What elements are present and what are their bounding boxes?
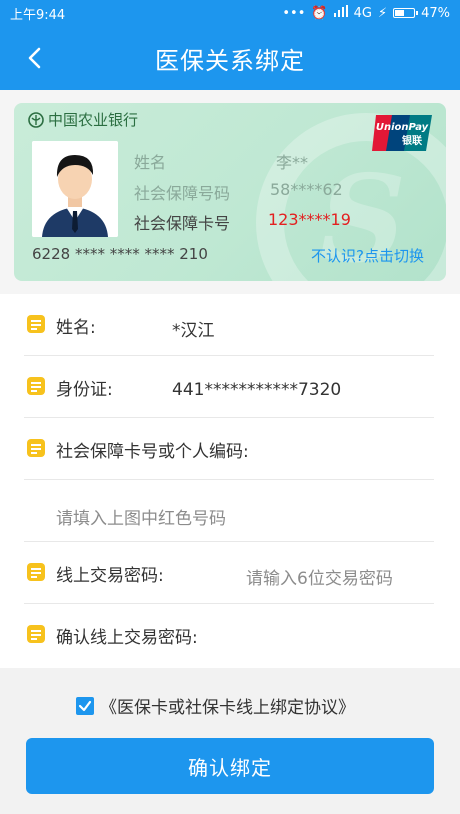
bank-name: 中国农业银行 bbox=[48, 111, 139, 129]
charging-icon: ⚡ bbox=[377, 5, 388, 21]
bank-header: 中国农业银行 bbox=[28, 109, 138, 130]
status-bar: 上午9:44 ••• ⏰ 4G ⚡ 47% bbox=[0, 0, 460, 26]
alarm-icon: ⏰ bbox=[311, 5, 328, 21]
card-value-ss-card: 123****19 bbox=[268, 210, 351, 229]
page-title: 医保关系绑定 bbox=[155, 46, 305, 75]
password-label: 线上交易密码: bbox=[56, 566, 164, 586]
checkmark-icon bbox=[78, 700, 92, 711]
row-name: 姓名: *汉江 bbox=[0, 294, 460, 356]
switch-card-link[interactable]: 不认识?点击切换 bbox=[311, 245, 424, 266]
password-input[interactable]: 请输入6位交易密码 bbox=[246, 564, 393, 589]
card-label-ss-card: 社会保障卡号 bbox=[134, 214, 231, 233]
card-value-name: 李** bbox=[276, 153, 309, 172]
cardholder-photo bbox=[32, 141, 118, 237]
battery-percent: 47% bbox=[421, 5, 450, 21]
back-button[interactable] bbox=[14, 38, 54, 78]
card-label-name: 姓名 bbox=[134, 153, 167, 172]
confirm-bind-button[interactable]: 确认绑定 bbox=[26, 738, 434, 794]
unionpay-cn-text: 银联 bbox=[402, 134, 422, 147]
chevron-left-icon bbox=[28, 47, 41, 69]
title-bar: 医保关系绑定 bbox=[0, 26, 460, 90]
row-card-code-input[interactable]: 请填入上图中红色号码 bbox=[0, 480, 460, 542]
card-code-label: 社会保障卡号或个人编码: bbox=[56, 442, 249, 462]
status-icons: ••• ⏰ 4G ⚡ 47% bbox=[282, 5, 450, 21]
id-value: 441***********7320 bbox=[172, 380, 342, 400]
card-value-ss-number: 58****62 bbox=[270, 180, 343, 199]
note-icon bbox=[27, 315, 45, 333]
note-icon bbox=[27, 625, 45, 643]
confirm-password-label: 确认线上交易密码: bbox=[56, 628, 198, 648]
card-code-input[interactable]: 请填入上图中红色号码 bbox=[56, 504, 226, 529]
agreement-link[interactable]: 《医保卡或社保卡线上绑定协议》 bbox=[100, 693, 355, 718]
agreement-row[interactable]: 《医保卡或社保卡线上绑定协议》 bbox=[76, 693, 355, 718]
unionpay-text: UnionPay bbox=[376, 122, 429, 133]
name-value: *汉江 bbox=[172, 321, 215, 341]
more-dots-icon: ••• bbox=[282, 5, 306, 21]
note-icon bbox=[27, 439, 45, 457]
bank-card-number: 6228 **** **** **** 210 bbox=[32, 245, 208, 263]
row-id-card: 身份证: 441***********7320 bbox=[0, 356, 460, 418]
card-label-ss-number: 社会保障号码 bbox=[134, 184, 231, 203]
network-type: 4G bbox=[353, 5, 372, 21]
social-security-card: S 中国农业银行 UnionPay 银联 姓名 李** 社会保障号码 58***… bbox=[14, 103, 446, 281]
id-label: 身份证: bbox=[56, 380, 113, 400]
note-icon bbox=[27, 377, 45, 395]
row-password: 线上交易密码: 请输入6位交易密码 bbox=[0, 542, 460, 604]
row-card-code-label: 社会保障卡号或个人编码: bbox=[0, 418, 460, 480]
card-preview-area: S 中国农业银行 UnionPay 银联 姓名 李** 社会保障号码 58***… bbox=[0, 90, 460, 294]
person-avatar-icon bbox=[32, 141, 118, 237]
note-icon bbox=[27, 563, 45, 581]
name-label: 姓名: bbox=[56, 318, 96, 338]
row-confirm-password[interactable]: 确认线上交易密码: bbox=[0, 604, 460, 666]
agreement-checkbox[interactable] bbox=[76, 696, 94, 715]
binding-form: 姓名: *汉江 身份证: 441***********7320 社会保障卡号或个… bbox=[0, 294, 460, 668]
signal-icon bbox=[333, 5, 348, 21]
unionpay-logo-icon: UnionPay 银联 bbox=[372, 115, 432, 151]
abc-bank-logo-icon bbox=[28, 111, 44, 128]
status-time: 上午9:44 bbox=[10, 7, 66, 23]
battery-icon bbox=[393, 8, 419, 18]
